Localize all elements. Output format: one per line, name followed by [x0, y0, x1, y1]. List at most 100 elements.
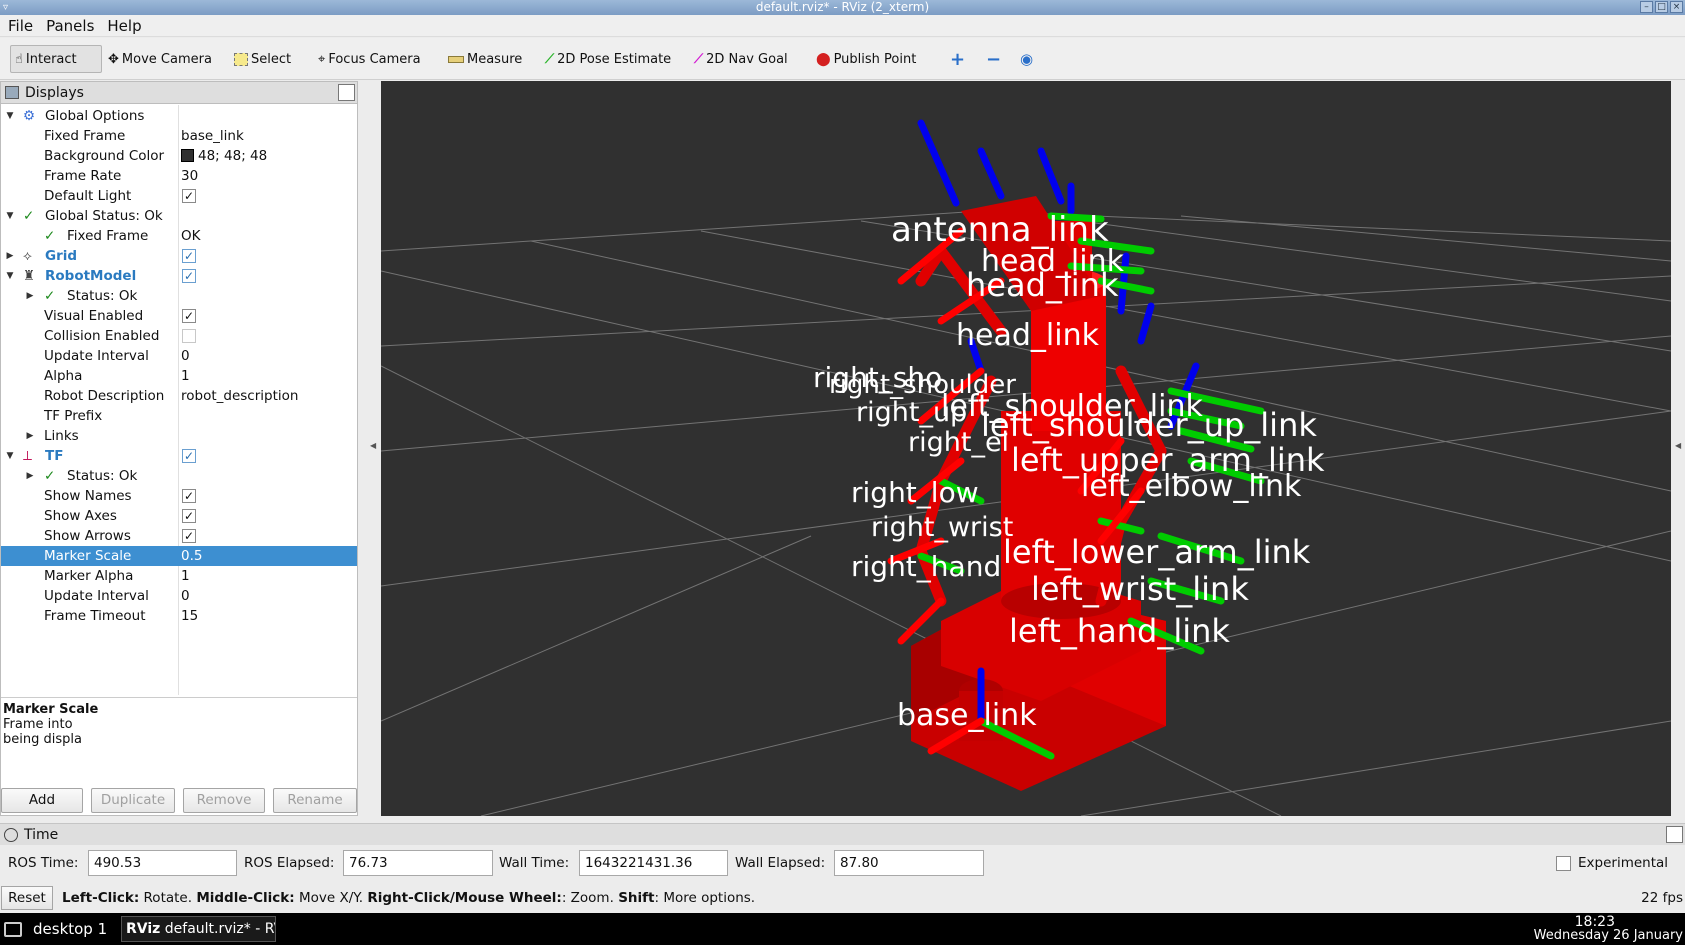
add-button[interactable]: Add — [1, 788, 83, 813]
wall-time-field[interactable]: 1643221431.36 — [579, 850, 728, 876]
displays-tree[interactable]: ▼ ⚙ Global Options Fixed Frame base_link… — [1, 105, 357, 695]
undock-button[interactable] — [1666, 826, 1683, 843]
measure-tool-button[interactable]: Measure — [444, 45, 526, 73]
nav-goal-tool-button[interactable]: ⟋ 2D Nav Goal — [690, 45, 792, 73]
tree-row-marker-alpha[interactable]: Marker Alpha 1 — [1, 566, 357, 586]
visual-enabled-checkbox[interactable]: ✓ — [182, 309, 196, 323]
tree-row-robot-status[interactable]: ▶ ✓ Status: Ok — [1, 286, 357, 306]
render-viewport[interactable]: antenna_link head_link head_link head_li… — [381, 81, 1671, 816]
expand-arrow-icon[interactable]: ▼ — [5, 106, 15, 126]
robot-model-checkbox[interactable]: ✓ — [182, 269, 196, 283]
collapsed-arrow-icon[interactable]: ▶ — [25, 426, 35, 446]
tree-row-tf-update-interval[interactable]: Update Interval 0 — [1, 586, 357, 606]
time-panel-header: Time — [0, 823, 1685, 845]
pose-estimate-tool-button[interactable]: ⟋ 2D Pose Estimate — [541, 45, 675, 73]
alpha-value[interactable]: 1 — [181, 366, 190, 386]
tree-row-links[interactable]: ▶ Links — [1, 426, 357, 446]
show-arrows-checkbox[interactable]: ✓ — [182, 529, 196, 543]
tree-row-fixed-frame-status[interactable]: ✓ Fixed Frame OK — [1, 226, 357, 246]
hand-pointer-icon: ☝ — [15, 51, 23, 67]
add-tool-button[interactable]: + — [946, 45, 969, 73]
tree-row-marker-scale[interactable]: Marker Scale 0.5 — [1, 546, 357, 566]
tree-row-tf-status[interactable]: ▶ ✓ Status: Ok — [1, 466, 357, 486]
tree-row-tf[interactable]: ▼ ⟂ TF ✓ — [1, 446, 357, 466]
remove-button[interactable]: Remove — [183, 788, 265, 813]
remove-tool-button[interactable]: − — [982, 45, 1005, 73]
desktop-icon[interactable] — [4, 922, 22, 937]
tree-row-global-status[interactable]: ▼ ✓ Global Status: Ok — [1, 206, 357, 226]
view-options-button[interactable]: ◉ — [1016, 45, 1037, 73]
window-titlebar[interactable]: ▿ default.rviz* - RViz (2_xterm) – □ × — [0, 0, 1685, 15]
tree-row-background-color[interactable]: Background Color 48; 48; 48 — [1, 146, 357, 166]
marker-alpha-value[interactable]: 1 — [181, 566, 190, 586]
expand-arrow-icon[interactable]: ▼ — [5, 266, 15, 286]
collapsed-arrow-icon[interactable]: ▶ — [25, 286, 35, 306]
duplicate-button[interactable]: Duplicate — [91, 788, 175, 813]
background-color-value[interactable]: 48; 48; 48 — [181, 146, 267, 166]
right-splitter[interactable]: ◀ — [1671, 81, 1685, 816]
marker-scale-value[interactable]: 0.5 — [181, 546, 202, 566]
wall-elapsed-field[interactable]: 87.80 — [834, 850, 984, 876]
tree-row-grid[interactable]: ▶ ⟡ Grid ✓ — [1, 246, 357, 266]
robot-description-value[interactable]: robot_description — [181, 386, 298, 406]
window-menu-icon[interactable]: ▿ — [3, 1, 8, 15]
tree-row-global-options[interactable]: ▼ ⚙ Global Options — [1, 106, 357, 126]
tree-row-show-names[interactable]: Show Names ✓ — [1, 486, 357, 506]
tree-row-show-arrows[interactable]: Show Arrows ✓ — [1, 526, 357, 546]
menu-panels[interactable]: Panels — [42, 17, 98, 35]
tf-axes-icon: ⟂ — [23, 448, 33, 464]
ros-elapsed-field[interactable]: 76.73 — [343, 850, 493, 876]
update-interval-value[interactable]: 0 — [181, 346, 190, 366]
tree-row-frame-timeout[interactable]: Frame Timeout 15 — [1, 606, 357, 626]
interact-tool-button[interactable]: ☝ Interact — [10, 45, 102, 73]
wall-time-label: Wall Time: — [499, 855, 570, 871]
collapsed-arrow-icon[interactable]: ▶ — [5, 246, 15, 266]
select-tool-button[interactable]: Select — [230, 45, 295, 73]
collapse-right-icon[interactable]: ◀ — [1675, 441, 1681, 450]
tree-row-tf-prefix[interactable]: TF Prefix — [1, 406, 357, 426]
tree-row-collision-enabled[interactable]: Collision Enabled — [1, 326, 357, 346]
ros-time-field[interactable]: 490.53 — [88, 850, 237, 876]
show-names-checkbox[interactable]: ✓ — [182, 489, 196, 503]
panel-splitter[interactable]: ◀ — [360, 81, 380, 816]
menu-file[interactable]: File — [4, 17, 37, 35]
publish-point-tool-button[interactable]: ⬤ Publish Point — [812, 45, 920, 73]
minimize-button[interactable]: – — [1640, 1, 1653, 13]
tree-row-alpha[interactable]: Alpha 1 — [1, 366, 357, 386]
experimental-checkbox[interactable] — [1556, 856, 1571, 871]
undock-button[interactable] — [338, 84, 355, 101]
expand-arrow-icon[interactable]: ▼ — [5, 206, 15, 226]
move-camera-label: Move Camera — [121, 51, 212, 67]
scene-svg: antenna_link head_link head_link head_li… — [381, 119, 1671, 816]
show-axes-checkbox[interactable]: ✓ — [182, 509, 196, 523]
reset-button[interactable]: Reset — [1, 886, 53, 910]
default-light-checkbox[interactable]: ✓ — [182, 189, 196, 203]
rename-button[interactable]: Rename — [273, 788, 357, 813]
tree-row-visual-enabled[interactable]: Visual Enabled ✓ — [1, 306, 357, 326]
tf-checkbox[interactable]: ✓ — [182, 449, 196, 463]
tree-row-default-light[interactable]: Default Light ✓ — [1, 186, 357, 206]
tree-row-robot-description[interactable]: Robot Description robot_description — [1, 386, 357, 406]
tf-update-interval-value[interactable]: 0 — [181, 586, 190, 606]
tree-row-show-axes[interactable]: Show Axes ✓ — [1, 506, 357, 526]
collapse-left-icon[interactable]: ◀ — [370, 441, 376, 450]
close-button[interactable]: × — [1670, 1, 1683, 13]
collapsed-arrow-icon[interactable]: ▶ — [25, 466, 35, 486]
move-camera-tool-button[interactable]: ✥ Move Camera — [104, 45, 216, 73]
tree-row-update-interval[interactable]: Update Interval 0 — [1, 346, 357, 366]
taskbar-window-button[interactable]: RViz default.rviz* - RV... — [121, 916, 276, 942]
focus-camera-tool-button[interactable]: ⌖ Focus Camera — [314, 45, 425, 73]
menu-help[interactable]: Help — [103, 17, 145, 35]
frame-rate-value[interactable]: 30 — [181, 166, 198, 186]
fixed-frame-value[interactable]: base_link — [181, 126, 244, 146]
tree-row-frame-rate[interactable]: Frame Rate 30 — [1, 166, 357, 186]
frame-timeout-value[interactable]: 15 — [181, 606, 198, 626]
desktop-switcher[interactable]: desktop 1 — [33, 920, 107, 938]
grid-checkbox[interactable]: ✓ — [182, 249, 196, 263]
collision-enabled-checkbox[interactable] — [182, 329, 196, 343]
tree-row-fixed-frame[interactable]: Fixed Frame base_link — [1, 126, 357, 146]
expand-arrow-icon[interactable]: ▼ — [5, 446, 15, 466]
tree-row-robot-model[interactable]: ▼ ♜ RobotModel ✓ — [1, 266, 357, 286]
maximize-button[interactable]: □ — [1655, 1, 1668, 13]
row-label: Collision Enabled — [44, 328, 160, 344]
